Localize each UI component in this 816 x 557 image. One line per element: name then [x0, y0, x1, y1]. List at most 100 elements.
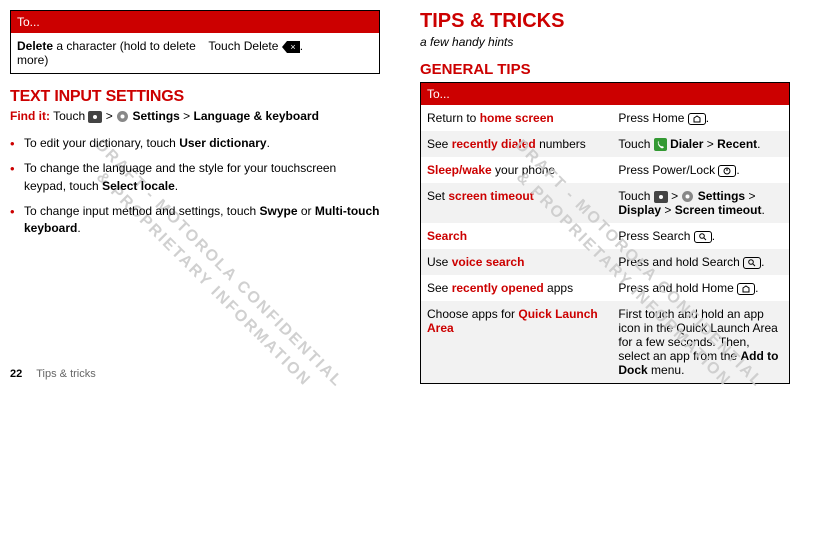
table-cell: Search: [421, 223, 613, 249]
table-cell: Choose apps for Quick Launch Area: [421, 301, 613, 384]
text: .: [761, 203, 764, 217]
text: Use: [427, 255, 452, 269]
text: .: [761, 255, 764, 269]
text: Touch: [50, 109, 88, 123]
footer-chapter: Tips & tricks: [36, 368, 96, 380]
bold-text: Screen timeout: [675, 203, 762, 217]
red-text: screen timeout: [448, 189, 533, 203]
table-cell-action: Delete a character (hold to delete more): [11, 33, 203, 74]
text: .: [755, 281, 758, 295]
left-column: To... Delete a character (hold to delete…: [10, 10, 380, 384]
text: .: [736, 163, 739, 177]
text: numbers: [536, 137, 586, 151]
text: >: [703, 137, 717, 151]
page-footer: 22 Tips & tricks: [10, 368, 96, 380]
delete-key-icon: ×: [282, 41, 300, 53]
text: .: [77, 221, 80, 235]
text: Touch: [618, 137, 653, 151]
chapter-subtitle: a few handy hints: [420, 35, 790, 49]
table-cell: See recently opened apps: [421, 275, 613, 301]
search-key-icon: [694, 231, 712, 243]
table-cell: First touch and hold an app icon in the …: [612, 301, 789, 384]
tips-table: To... Return to home screen Press Home .…: [420, 82, 790, 384]
text: Press and hold Search: [618, 255, 743, 269]
text: .: [706, 111, 709, 125]
table-cell: Press Power/Lock .: [612, 157, 789, 183]
svg-text:×: ×: [290, 42, 295, 52]
text: .: [267, 136, 270, 150]
red-text: Search: [427, 229, 467, 243]
table-cell: Set screen timeout: [421, 183, 613, 223]
text: >: [668, 189, 682, 203]
text: .: [175, 179, 178, 193]
sub-heading: GENERAL TIPS: [420, 61, 790, 78]
red-text: recently opened: [452, 281, 544, 295]
table-cell: Return to home screen: [421, 105, 613, 131]
power-key-icon: [718, 165, 736, 177]
text: Press Home: [618, 111, 687, 125]
text: Press and hold Home: [618, 281, 737, 295]
table-cell: Sleep/wake your phone: [421, 157, 613, 183]
bold-text: Select locale: [102, 179, 175, 193]
text: >: [745, 189, 755, 203]
find-it-line: Find it: Touch > Settings > Language & k…: [10, 108, 380, 125]
settings-icon: [681, 190, 694, 203]
text: >: [180, 109, 194, 123]
text: Press Search: [618, 229, 693, 243]
chapter-heading: TIPS & TRICKS: [420, 10, 790, 33]
text: Return to: [427, 111, 480, 125]
text: menu.: [648, 363, 685, 377]
delete-table: To... Delete a character (hold to delete…: [10, 10, 380, 74]
text: See: [427, 137, 452, 151]
bold-text: Display: [618, 203, 661, 217]
settings-icon: [116, 110, 129, 123]
text: Choose apps for: [427, 307, 518, 321]
bold-text: Settings: [698, 189, 745, 203]
table-cell: Press Search .: [612, 223, 789, 249]
red-text: voice search: [452, 255, 525, 269]
table-cell: Touch > Settings > Display > Screen time…: [612, 183, 789, 223]
text: To change the language and the style for…: [24, 161, 336, 192]
table-header: To...: [11, 11, 380, 34]
bold-text: Dialer: [670, 137, 703, 151]
text: or: [298, 204, 315, 218]
text: See: [427, 281, 452, 295]
bullet-list: To edit your dictionary, touch User dict…: [10, 135, 380, 238]
dialer-icon: [654, 138, 667, 151]
table-cell: See recently dialed numbers: [421, 131, 613, 157]
home-key-icon: [654, 191, 668, 203]
right-column: TIPS & TRICKS a few handy hints GENERAL …: [420, 10, 790, 384]
bold-text: User dictionary: [179, 136, 266, 150]
text: apps: [544, 281, 573, 295]
table-cell: Press and hold Search .: [612, 249, 789, 275]
home-key-icon: [88, 111, 102, 123]
bold-text: Swype: [260, 204, 298, 218]
text: .: [757, 137, 760, 151]
text: Press Power/Lock: [618, 163, 718, 177]
page-number: 22: [10, 368, 22, 380]
bold-text: Delete: [17, 39, 53, 53]
find-it-label: Find it:: [10, 109, 50, 123]
bold-text: Settings: [133, 109, 180, 123]
red-text: Sleep/wake: [427, 163, 492, 177]
red-text: recently dialed: [452, 137, 536, 151]
bold-text: Recent: [717, 137, 757, 151]
text: Set: [427, 189, 448, 203]
text: >: [102, 109, 116, 123]
section-heading: TEXT INPUT SETTINGS: [10, 88, 380, 106]
home-key-icon: [737, 283, 755, 295]
search-key-icon: [743, 257, 761, 269]
text: Touch Delete: [208, 39, 281, 53]
page: To... Delete a character (hold to delete…: [10, 10, 806, 384]
text: To edit your dictionary, touch: [24, 136, 179, 150]
bold-text: Language & keyboard: [194, 109, 319, 123]
table-cell: Press and hold Home .: [612, 275, 789, 301]
text: >: [661, 203, 675, 217]
text: .: [300, 39, 303, 53]
table-cell: Use voice search: [421, 249, 613, 275]
table-cell: Touch Dialer > Recent.: [612, 131, 789, 157]
red-text: home screen: [480, 111, 554, 125]
text: To change input method and settings, tou…: [24, 204, 260, 218]
table-header: To...: [421, 83, 790, 106]
table-cell: Press Home .: [612, 105, 789, 131]
